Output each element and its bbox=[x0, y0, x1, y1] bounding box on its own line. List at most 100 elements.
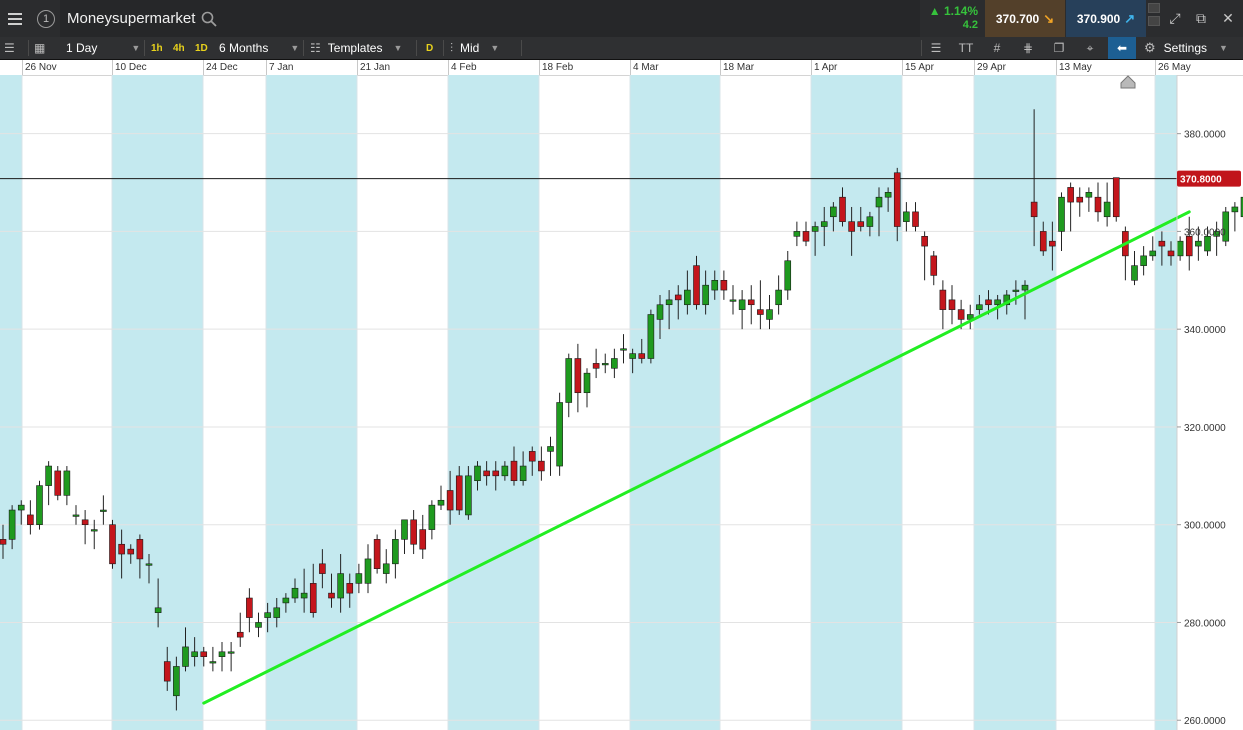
candle[interactable] bbox=[1176, 236, 1184, 261]
candle[interactable] bbox=[1112, 177, 1120, 222]
search-icon[interactable] bbox=[201, 11, 218, 27]
indicator-list-icon[interactable]: ☰ bbox=[923, 37, 949, 59]
candle[interactable] bbox=[601, 353, 609, 374]
candle[interactable] bbox=[747, 285, 755, 325]
list-icon[interactable]: ☰ bbox=[4, 37, 22, 59]
candle[interactable] bbox=[419, 514, 427, 559]
candle[interactable] bbox=[1103, 182, 1111, 227]
candle[interactable] bbox=[720, 270, 728, 300]
candle[interactable] bbox=[410, 510, 417, 555]
candle[interactable] bbox=[556, 392, 563, 476]
home-marker-icon[interactable] bbox=[1120, 75, 1136, 89]
popout-icon[interactable]: ⧉ bbox=[1188, 0, 1214, 37]
candle[interactable] bbox=[218, 642, 226, 672]
menu-icon[interactable] bbox=[0, 0, 30, 37]
candle[interactable] bbox=[939, 280, 947, 330]
draw-tools-icon[interactable]: ⋕ bbox=[1015, 37, 1041, 59]
candle[interactable] bbox=[592, 348, 600, 379]
candle[interactable] bbox=[1058, 192, 1065, 251]
interval-select[interactable]: 1 Day ▼ bbox=[66, 37, 140, 59]
candle[interactable] bbox=[45, 461, 52, 506]
candle[interactable] bbox=[227, 642, 235, 672]
candle[interactable] bbox=[802, 221, 810, 247]
candle[interactable] bbox=[921, 231, 928, 281]
price-mode-label: Mid bbox=[460, 41, 480, 55]
candle[interactable] bbox=[611, 348, 618, 379]
candle[interactable] bbox=[1067, 182, 1074, 232]
candle[interactable] bbox=[401, 519, 408, 555]
interval-1h-button[interactable]: 1h bbox=[151, 37, 163, 59]
candle-body bbox=[1112, 177, 1120, 218]
text-tool-icon[interactable]: TT bbox=[953, 37, 979, 59]
expand-icon[interactable]: ⤢ bbox=[1162, 0, 1188, 37]
candle[interactable] bbox=[428, 500, 436, 540]
price-mode-select[interactable]: ⫶ Mid ▼ bbox=[450, 37, 499, 59]
candle[interactable] bbox=[246, 588, 253, 633]
interval-4h-button[interactable]: 4h bbox=[173, 37, 185, 59]
candle-body bbox=[830, 206, 837, 218]
candle[interactable] bbox=[930, 250, 938, 286]
price-chart[interactable]: 380.0000 360.0000 340.0000 320.0000 300.0000… bbox=[0, 75, 1243, 730]
drag-handle-icon[interactable] bbox=[1148, 3, 1160, 34]
candle[interactable] bbox=[1085, 187, 1093, 212]
candle[interactable] bbox=[966, 304, 974, 330]
candle[interactable] bbox=[757, 280, 764, 330]
candle[interactable] bbox=[1094, 182, 1102, 222]
candle[interactable] bbox=[903, 202, 910, 232]
candle[interactable] bbox=[54, 466, 62, 501]
candle[interactable] bbox=[729, 285, 737, 315]
candle[interactable] bbox=[647, 309, 655, 364]
candle[interactable] bbox=[236, 612, 244, 647]
candle[interactable] bbox=[255, 612, 262, 638]
candle[interactable] bbox=[574, 343, 582, 413]
crosshair-icon[interactable]: ⌖ bbox=[1077, 37, 1103, 59]
buy-button[interactable]: 370.900 ↗ bbox=[1066, 0, 1146, 37]
candle[interactable] bbox=[81, 510, 89, 545]
candle[interactable] bbox=[209, 646, 217, 672]
candle-body bbox=[236, 631, 244, 638]
interval-1d-button[interactable]: 1D bbox=[195, 37, 208, 59]
tag-tool-icon[interactable]: ⬅ bbox=[1108, 37, 1136, 59]
candle[interactable] bbox=[1231, 202, 1239, 232]
layers-icon[interactable]: ❐ bbox=[1046, 37, 1072, 59]
candle[interactable] bbox=[392, 529, 399, 579]
candle[interactable] bbox=[36, 480, 43, 530]
candle[interactable] bbox=[793, 221, 801, 247]
sell-button[interactable]: 370.700 ↘ bbox=[985, 0, 1065, 37]
candle[interactable] bbox=[766, 294, 773, 330]
candle[interactable] bbox=[912, 202, 919, 232]
candle[interactable] bbox=[1140, 246, 1147, 276]
candle[interactable] bbox=[373, 534, 381, 574]
candle[interactable] bbox=[1185, 216, 1193, 271]
candle[interactable] bbox=[1122, 226, 1129, 281]
candle[interactable] bbox=[738, 290, 746, 330]
candle[interactable] bbox=[364, 544, 372, 594]
candle[interactable] bbox=[63, 466, 71, 506]
candle[interactable] bbox=[382, 549, 390, 584]
date-tick bbox=[811, 60, 812, 75]
candle[interactable] bbox=[1131, 250, 1138, 286]
instrument-title[interactable]: Moneysupermarket bbox=[67, 10, 195, 27]
grid-icon[interactable]: # bbox=[984, 37, 1010, 59]
grid-layout-icon[interactable]: ▦ bbox=[34, 37, 52, 59]
price-label: 360.0000 bbox=[1184, 227, 1226, 238]
close-icon[interactable]: ✕ bbox=[1215, 0, 1241, 37]
candle[interactable] bbox=[109, 519, 116, 569]
candle[interactable] bbox=[948, 285, 956, 325]
candle[interactable] bbox=[100, 495, 107, 525]
range-select[interactable]: 6 Months ▼ bbox=[219, 37, 299, 59]
candle[interactable] bbox=[72, 505, 80, 525]
candle[interactable] bbox=[620, 334, 627, 364]
candle[interactable] bbox=[784, 250, 792, 300]
candle[interactable] bbox=[547, 436, 554, 476]
candle[interactable] bbox=[437, 485, 445, 511]
candle[interactable] bbox=[27, 500, 34, 535]
candle[interactable] bbox=[565, 353, 573, 418]
price-label: 340.0000 bbox=[1184, 325, 1226, 336]
settings-button[interactable]: ⚙ Settings ▼ bbox=[1144, 37, 1228, 59]
candle[interactable] bbox=[583, 368, 591, 408]
candle[interactable] bbox=[1076, 187, 1084, 217]
candle[interactable] bbox=[775, 275, 782, 315]
templates-select[interactable]: ☷ Templates ▼ bbox=[310, 37, 402, 59]
info-icon[interactable]: 1 bbox=[34, 0, 58, 37]
